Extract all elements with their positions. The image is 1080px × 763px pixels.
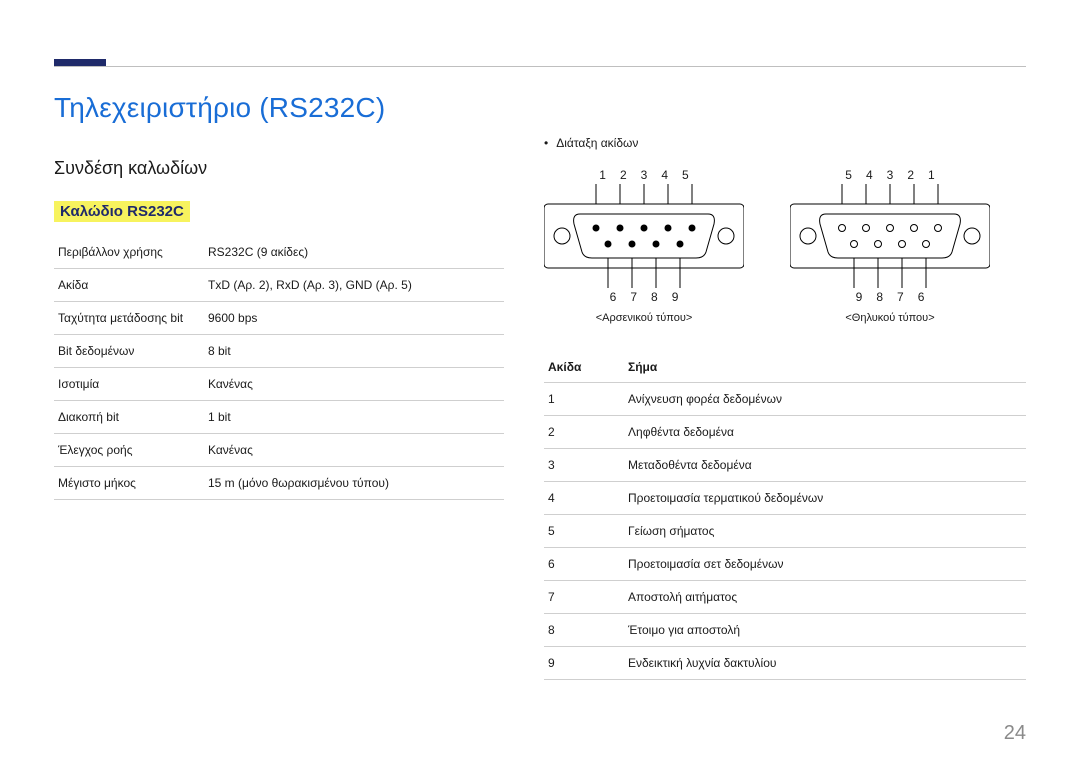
spec-key: Ταχύτητα μετάδοσης bit [54, 302, 204, 335]
connector-female: 5 4 3 2 1 [790, 168, 990, 324]
pin-num: 1 [599, 168, 606, 182]
pin-num: 8 [876, 290, 883, 304]
table-row: 4Προετοιμασία τερματικού δεδομένων [544, 482, 1026, 515]
pin-signal: Αποστολή αιτήματος [624, 581, 1026, 614]
pin-num: 2 [620, 168, 627, 182]
table-row: ΙσοτιμίαΚανένας [54, 368, 504, 401]
section-heading: Καλώδιο RS232C [54, 201, 190, 222]
table-header-row: Ακίδα Σήμα [544, 352, 1026, 383]
table-row: 2Ληφθέντα δεδομένα [544, 416, 1026, 449]
pin-num: 7 [630, 290, 637, 304]
db9-female-icon [790, 184, 990, 288]
pin-number: 1 [544, 383, 624, 416]
header-rule [54, 40, 1026, 68]
pin-num: 5 [845, 168, 852, 182]
table-row: 7Αποστολή αιτήματος [544, 581, 1026, 614]
spec-key: Ισοτιμία [54, 368, 204, 401]
pin-number: 9 [544, 647, 624, 680]
page-title: Τηλεχειριστήριο (RS232C) [54, 92, 1026, 124]
spec-table: Περιβάλλον χρήσηςRS232C (9 ακίδες) Ακίδα… [54, 236, 504, 500]
pin-num: 9 [856, 290, 863, 304]
content-columns: Συνδέση καλωδίων Καλώδιο RS232C Περιβάλλ… [54, 132, 1026, 680]
table-row: 6Προετοιμασία σετ δεδομένων [544, 548, 1026, 581]
spec-val: 1 bit [204, 401, 504, 434]
pin-signal: Ενδεικτική λυχνία δακτυλίου [624, 647, 1026, 680]
header-accent [54, 59, 106, 66]
table-row: Περιβάλλον χρήσηςRS232C (9 ακίδες) [54, 236, 504, 269]
table-row: 9Ενδεικτική λυχνία δακτυλίου [544, 647, 1026, 680]
spec-val: RS232C (9 ακίδες) [204, 236, 504, 269]
left-column: Συνδέση καλωδίων Καλώδιο RS232C Περιβάλλ… [54, 132, 504, 680]
table-row: Έλεγχος ροήςΚανένας [54, 434, 504, 467]
table-row: 8Έτοιμο για αποστολή [544, 614, 1026, 647]
spec-key: Περιβάλλον χρήσης [54, 236, 204, 269]
pin-arrangement-label: Διάταξη ακίδων [544, 136, 1026, 150]
pin-num: 8 [651, 290, 658, 304]
table-row: Ταχύτητα μετάδοσης bit9600 bps [54, 302, 504, 335]
pin-labels-top: 1 2 3 4 5 [544, 168, 744, 182]
pin-number: 4 [544, 482, 624, 515]
spec-val: 15 m (μόνο θωρακισμένου τύπου) [204, 467, 504, 500]
diagram-caption: <Αρσενικού τύπου> [544, 312, 744, 324]
page: Τηλεχειριστήριο (RS232C) Συνδέση καλωδίω… [0, 0, 1080, 680]
pin-signal: Έτοιμο για αποστολή [624, 614, 1026, 647]
diagram-caption: <Θηλυκού τύπου> [790, 312, 990, 324]
pin-signal: Προετοιμασία σετ δεδομένων [624, 548, 1026, 581]
spec-key: Bit δεδομένων [54, 335, 204, 368]
pin-number: 8 [544, 614, 624, 647]
connector-male: 1 2 3 4 5 [544, 168, 744, 324]
pin-num: 6 [918, 290, 925, 304]
right-column: Διάταξη ακίδων 1 2 3 4 5 [544, 132, 1026, 680]
pin-number: 3 [544, 449, 624, 482]
spec-key: Μέγιστο μήκος [54, 467, 204, 500]
spec-key: Διακοπή bit [54, 401, 204, 434]
pin-num: 2 [907, 168, 914, 182]
spec-key: Έλεγχος ροής [54, 434, 204, 467]
table-row: Διακοπή bit1 bit [54, 401, 504, 434]
spec-val: Κανένας [204, 368, 504, 401]
pin-number: 2 [544, 416, 624, 449]
table-row: Bit δεδομένων8 bit [54, 335, 504, 368]
pin-num: 9 [672, 290, 679, 304]
subtitle: Συνδέση καλωδίων [54, 158, 504, 179]
pin-signal: Ληφθέντα δεδομένα [624, 416, 1026, 449]
spec-val: TxD (Αρ. 2), RxD (Αρ. 3), GND (Αρ. 5) [204, 269, 504, 302]
spec-val: Κανένας [204, 434, 504, 467]
page-number: 24 [1004, 722, 1026, 745]
pin-number: 7 [544, 581, 624, 614]
connector-diagrams: 1 2 3 4 5 [544, 168, 1026, 324]
spec-val: 8 bit [204, 335, 504, 368]
table-row: ΑκίδαTxD (Αρ. 2), RxD (Αρ. 3), GND (Αρ. … [54, 269, 504, 302]
pin-labels-bottom: 9 8 7 6 [790, 290, 990, 304]
table-row: 3Μεταδοθέντα δεδομένα [544, 449, 1026, 482]
pin-signal: Γείωση σήματος [624, 515, 1026, 548]
db9-male-icon [544, 184, 744, 288]
pin-num: 4 [866, 168, 873, 182]
pin-num: 5 [682, 168, 689, 182]
pin-num: 3 [887, 168, 894, 182]
pin-num: 3 [641, 168, 648, 182]
pin-labels-bottom: 6 7 8 9 [544, 290, 744, 304]
spec-val: 9600 bps [204, 302, 504, 335]
table-row: 1Ανίχνευση φορέα δεδομένων [544, 383, 1026, 416]
spec-key: Ακίδα [54, 269, 204, 302]
pin-signal: Προετοιμασία τερματικού δεδομένων [624, 482, 1026, 515]
col-pin: Ακίδα [544, 352, 624, 383]
table-row: 5Γείωση σήματος [544, 515, 1026, 548]
pin-labels-top: 5 4 3 2 1 [790, 168, 990, 182]
pin-signal: Μεταδοθέντα δεδομένα [624, 449, 1026, 482]
pin-num: 6 [610, 290, 617, 304]
pin-num: 7 [897, 290, 904, 304]
pin-num: 4 [661, 168, 668, 182]
pin-number: 6 [544, 548, 624, 581]
pin-number: 5 [544, 515, 624, 548]
pin-signal: Ανίχνευση φορέα δεδομένων [624, 383, 1026, 416]
pin-num: 1 [928, 168, 935, 182]
col-signal: Σήμα [624, 352, 1026, 383]
pins-table: Ακίδα Σήμα 1Ανίχνευση φορέα δεδομένων 2Λ… [544, 352, 1026, 680]
header-divider [54, 66, 1026, 67]
table-row: Μέγιστο μήκος15 m (μόνο θωρακισμένου τύπ… [54, 467, 504, 500]
